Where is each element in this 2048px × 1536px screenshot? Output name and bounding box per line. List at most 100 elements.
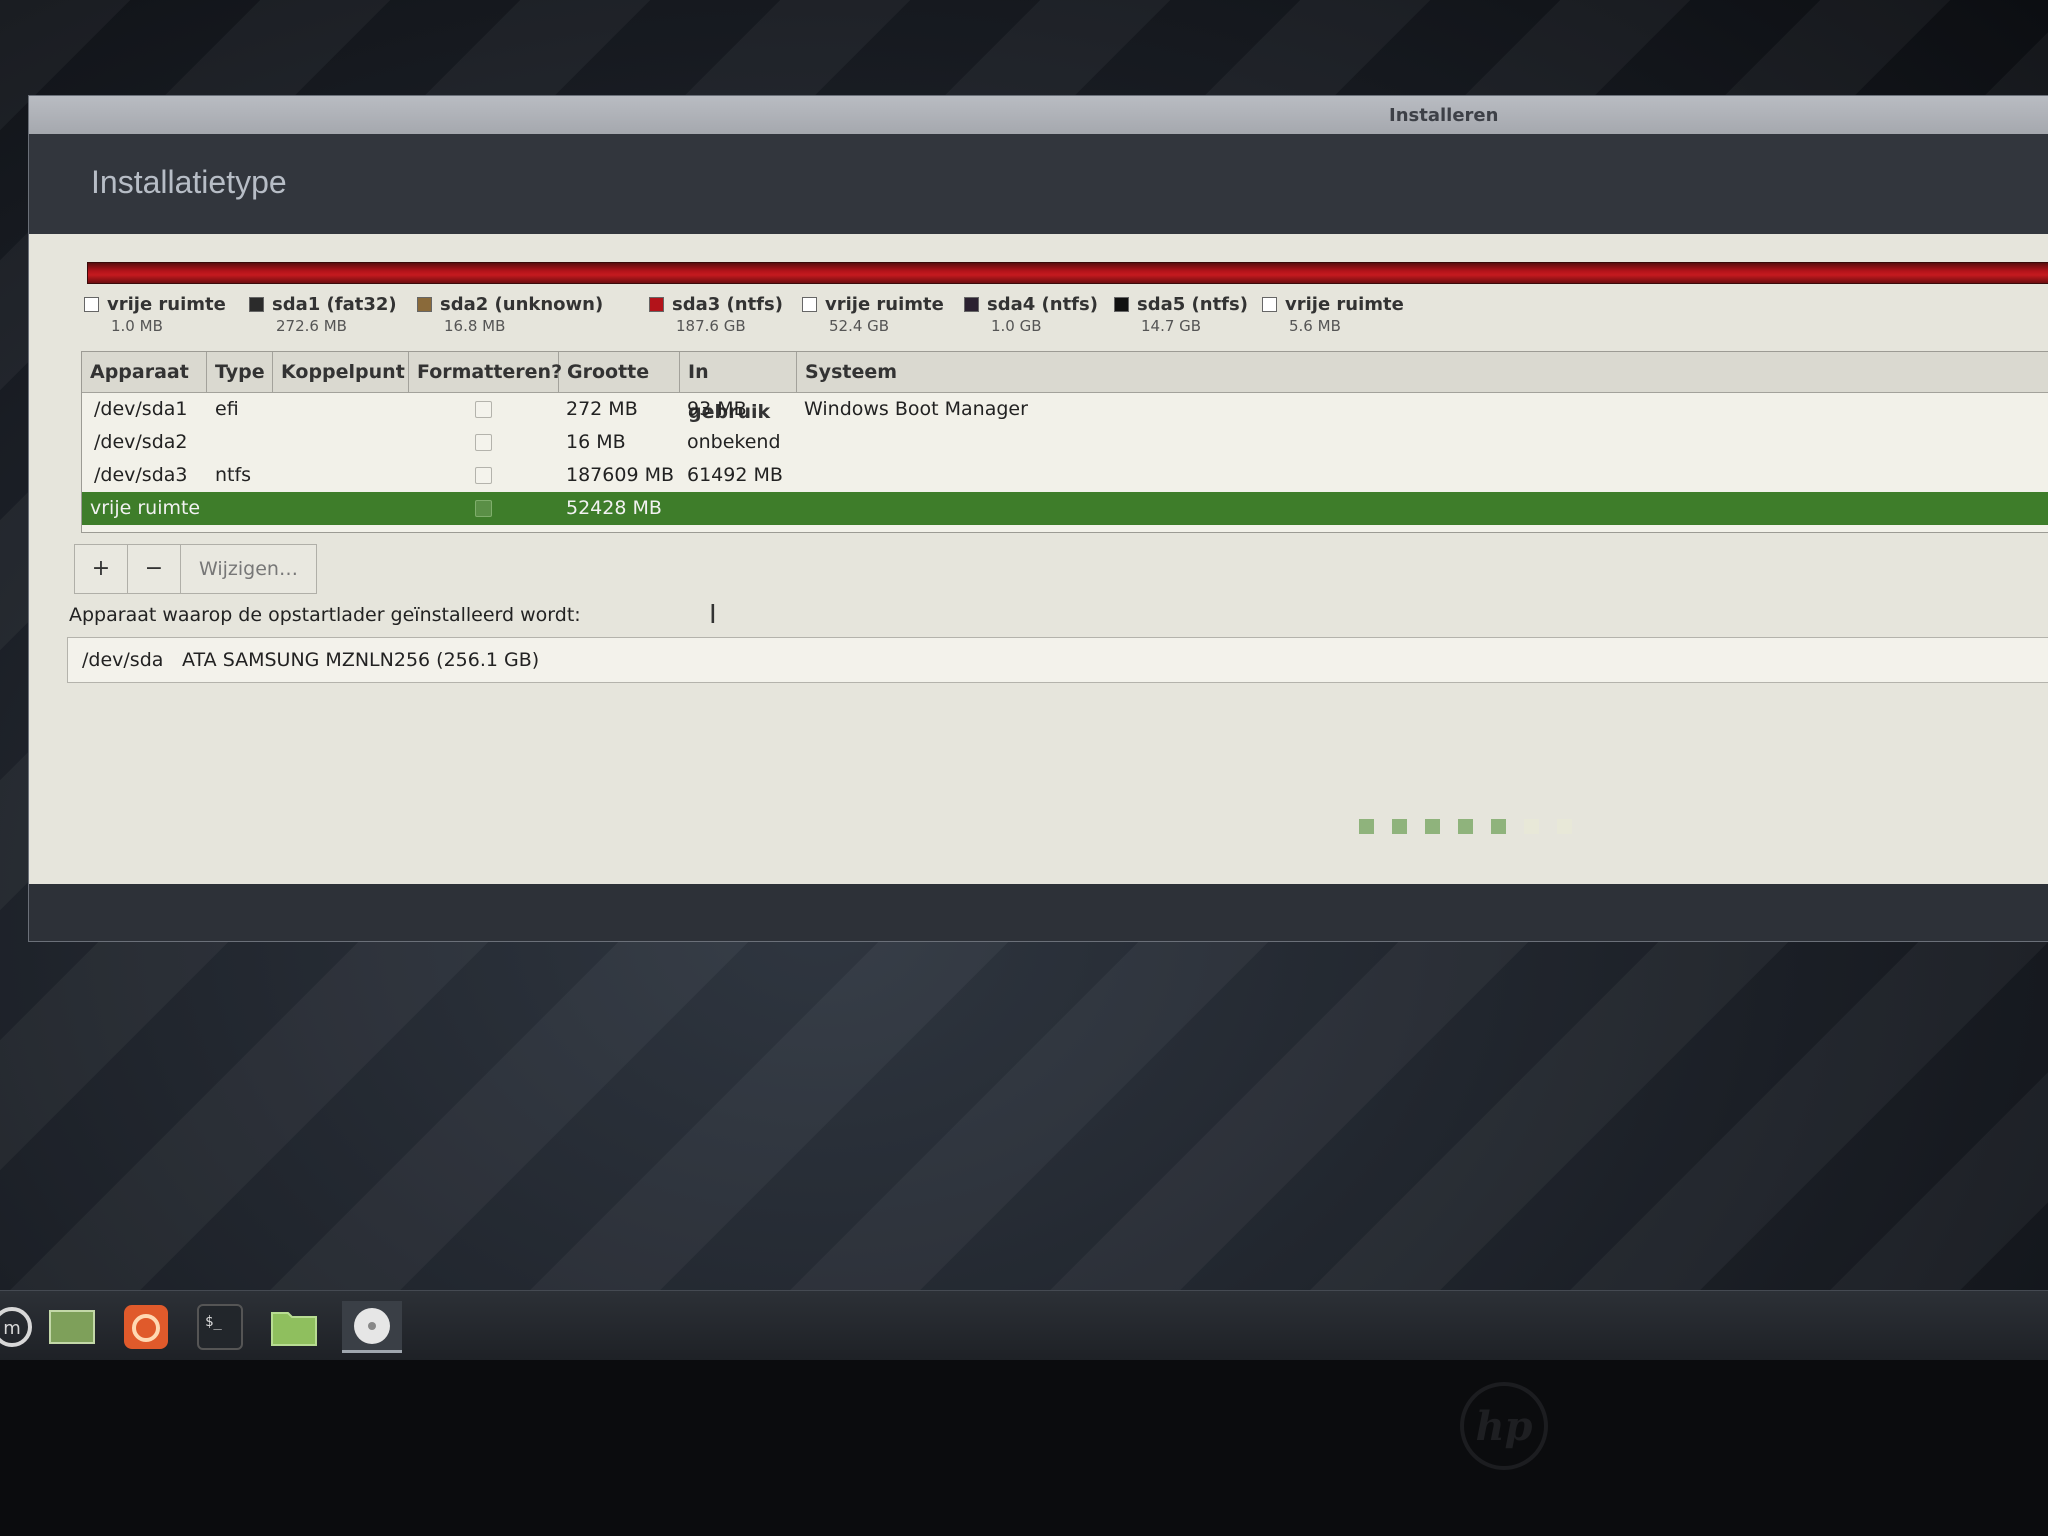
show-desktop-icon[interactable] — [46, 1301, 98, 1353]
progress-indicator — [1359, 819, 1572, 834]
legend-swatch — [964, 297, 979, 312]
installer-disc-icon[interactable] — [342, 1301, 402, 1353]
text-cursor-icon: I — [709, 600, 717, 630]
svg-text:m: m — [3, 1318, 21, 1339]
format-checkbox[interactable] — [475, 500, 492, 517]
legend-size: 5.6 MB — [1289, 317, 1341, 335]
column-header-system[interactable]: Systeem — [797, 352, 2048, 392]
legend-size: 16.8 MB — [444, 317, 506, 335]
format-checkbox[interactable] — [475, 434, 492, 451]
cell-system: Windows Boot Manager — [804, 398, 1028, 420]
cell-device: /dev/sda1 — [94, 398, 188, 420]
laptop-bezel — [0, 1360, 2048, 1536]
legend-swatch — [417, 297, 432, 312]
cell-size: 272 MB — [566, 398, 638, 420]
add-partition-button[interactable]: + — [75, 545, 128, 593]
progress-dot — [1557, 819, 1572, 834]
partition-bar — [87, 262, 2048, 284]
installer-window: Installeren Installatietype vrije ruimte… — [28, 95, 2048, 942]
legend-swatch — [1114, 297, 1129, 312]
page-title: Installatietype — [91, 164, 287, 200]
table-header: Apparaat Type Koppelpunt Formatteren? Gr… — [82, 352, 2048, 423]
column-header-used[interactable]: In gebruik — [680, 352, 797, 423]
edit-partition-button[interactable]: Wijzigen… — [181, 545, 316, 593]
legend-swatch — [1262, 297, 1277, 312]
legend-name: sda3 (ntfs) — [672, 294, 783, 315]
progress-dot — [1392, 819, 1407, 834]
legend-name: vrije ruimte — [1285, 294, 1404, 315]
cell-used: onbekend — [687, 431, 781, 453]
legend-name: vrije ruimte — [825, 294, 944, 315]
legend-name: sda2 (unknown) — [440, 294, 604, 315]
column-header-device[interactable]: Apparaat — [82, 352, 207, 392]
column-header-format[interactable]: Formatteren? — [409, 352, 562, 392]
hp-logo: hp — [1460, 1382, 1548, 1470]
table-row[interactable]: /dev/sda2 16 MB onbekend — [82, 426, 2048, 459]
partition-table: Apparaat Type Koppelpunt Formatteren? Gr… — [81, 351, 2048, 533]
legend-size: 52.4 GB — [829, 317, 890, 335]
legend-item: vrije ruimte 52.4 GB — [802, 294, 944, 335]
cell-device: vrije ruimte — [90, 497, 201, 519]
mint-menu-icon[interactable]: m — [0, 1301, 38, 1353]
table-row-selected[interactable]: vrije ruimte 52428 MB — [82, 492, 2048, 525]
progress-dot-current — [1524, 819, 1539, 834]
legend-swatch — [84, 297, 99, 312]
cell-type: efi — [215, 398, 239, 420]
legend-size: 272.6 MB — [276, 317, 347, 335]
column-header-mountpoint[interactable]: Koppelpunt — [273, 352, 409, 392]
progress-dot — [1491, 819, 1506, 834]
cell-device: /dev/sda2 — [94, 431, 188, 453]
cell-used: 61492 MB — [687, 464, 783, 486]
page-header: Installatietype — [29, 134, 2048, 234]
installation-type-content: vrije ruimte 1.0 MB sda1 (fat32) 272.6 M… — [29, 234, 2048, 884]
cell-size: 16 MB — [566, 431, 626, 453]
legend-size: 187.6 GB — [676, 317, 746, 335]
column-header-size[interactable]: Grootte — [559, 352, 680, 392]
files-icon[interactable] — [268, 1301, 320, 1353]
legend-size: 1.0 GB — [991, 317, 1042, 335]
cell-size: 187609 MB — [566, 464, 674, 486]
format-checkbox[interactable] — [475, 401, 492, 418]
terminal-icon[interactable]: $_ — [194, 1301, 246, 1353]
bootloader-label: Apparaat waarop de opstartlader geïnstal… — [69, 604, 581, 626]
legend-item: sda2 (unknown) 16.8 MB — [417, 294, 603, 335]
remove-partition-button[interactable]: − — [128, 545, 181, 593]
window-title: Installeren — [1389, 105, 1499, 126]
cell-type: ntfs — [215, 464, 252, 486]
installer-footer — [29, 819, 2048, 941]
bootloader-device-select[interactable]: /dev/sda ATA SAMSUNG MZNLN256 (256.1 GB) — [67, 637, 2048, 683]
legend-name: sda5 (ntfs) — [1137, 294, 1248, 315]
bootloader-device: /dev/sda — [82, 649, 164, 671]
cell-size: 52428 MB — [566, 497, 662, 519]
legend-swatch — [649, 297, 664, 312]
progress-dot — [1359, 819, 1374, 834]
legend-item: sda3 (ntfs) 187.6 GB — [649, 294, 783, 335]
firefox-icon[interactable] — [120, 1301, 172, 1353]
legend-swatch — [249, 297, 264, 312]
format-checkbox[interactable] — [475, 467, 492, 484]
legend-name: sda4 (ntfs) — [987, 294, 1098, 315]
legend-name: vrije ruimte — [107, 294, 226, 315]
partition-toolbar: + − Wijzigen… — [74, 544, 317, 594]
table-row[interactable]: /dev/sda3 ntfs 187609 MB 61492 MB — [82, 459, 2048, 492]
legend-item: vrije ruimte 1.0 MB — [84, 294, 226, 335]
bootloader-device-description: ATA SAMSUNG MZNLN256 (256.1 GB) — [182, 649, 540, 671]
partition-legend: vrije ruimte 1.0 MB sda1 (fat32) 272.6 M… — [84, 294, 1984, 344]
legend-item: sda5 (ntfs) 14.7 GB — [1114, 294, 1248, 335]
window-titlebar[interactable]: Installeren — [29, 96, 2048, 135]
taskbar: m $_ — [0, 1290, 2048, 1361]
column-header-type[interactable]: Type — [207, 352, 273, 392]
cell-device: /dev/sda3 — [94, 464, 188, 486]
table-row[interactable]: /dev/sda1 efi 272 MB 93 MB Windows Boot … — [82, 393, 2048, 426]
progress-dot — [1425, 819, 1440, 834]
legend-size: 14.7 GB — [1141, 317, 1202, 335]
legend-size: 1.0 MB — [111, 317, 163, 335]
legend-item: vrije ruimte 5.6 MB — [1262, 294, 1404, 335]
table-body: /dev/sda1 efi 272 MB 93 MB Windows Boot … — [82, 393, 2048, 525]
legend-item: sda4 (ntfs) 1.0 GB — [964, 294, 1098, 335]
legend-swatch — [802, 297, 817, 312]
legend-item: sda1 (fat32) 272.6 MB — [249, 294, 397, 335]
legend-name: sda1 (fat32) — [272, 294, 397, 315]
svg-text:$_: $_ — [205, 1314, 222, 1330]
cell-used: 93 MB — [687, 398, 747, 420]
